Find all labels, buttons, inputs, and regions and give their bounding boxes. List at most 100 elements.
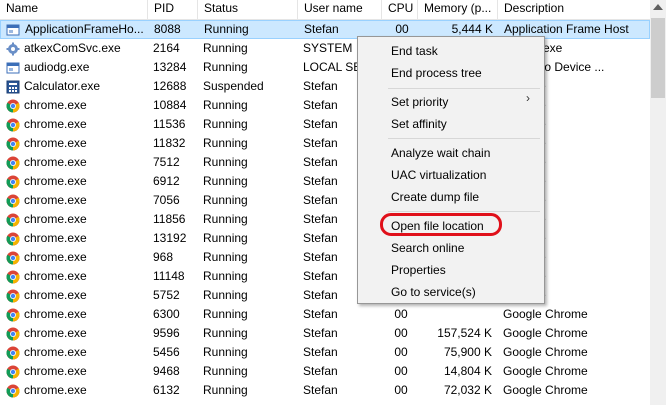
cell-user: Stefan <box>303 345 338 359</box>
table-row[interactable]: chrome.exe7056RunningStefanChrome <box>0 191 650 210</box>
cell-pid: 5752 <box>153 288 180 302</box>
cell-pid: 11148 <box>153 269 185 283</box>
column-header-user[interactable]: User name <box>298 0 382 19</box>
cell-user: Stefan <box>303 383 338 397</box>
cell-pid: 11856 <box>153 212 186 226</box>
cell-cpu: 00 <box>394 307 408 321</box>
table-row[interactable]: audiodg.exe 13284 Running LOCAL SE ws Audio … <box>0 58 650 77</box>
cell-pid: 9468 <box>153 364 180 378</box>
chrome-icon <box>6 384 20 398</box>
menu-item-properties[interactable]: Properties <box>391 260 446 280</box>
chrome-icon <box>6 327 20 341</box>
table-row[interactable]: chrome.exe 5456 Running Stefan 00 75,900 K Goo… <box>0 343 650 362</box>
menu-separator <box>388 88 540 89</box>
menu-separator <box>388 211 540 212</box>
menu-item-uac-virtualization[interactable]: UAC virtualization <box>391 165 486 185</box>
cell-user: Stefan <box>303 326 338 340</box>
cell-pid: 13192 <box>153 231 187 245</box>
chrome-icon <box>6 137 20 151</box>
column-header-status[interactable]: Status <box>198 0 298 19</box>
table-row[interactable]: chrome.exe13192RunningStefanChrome <box>0 229 650 248</box>
chrome-icon <box>6 194 20 208</box>
column-header-description[interactable]: Description <box>498 0 650 19</box>
scroll-up-arrow-icon[interactable] <box>653 4 663 10</box>
menu-item-go-to-services[interactable]: Go to service(s) <box>391 282 476 302</box>
table-row[interactable]: chrome.exe 6132 Running Stefan 00 72,032 K Goo… <box>0 381 650 400</box>
cell-status: Running <box>203 155 248 169</box>
menu-item-open-file-location[interactable]: Open file location <box>391 216 484 236</box>
cell-status: Running <box>203 326 248 340</box>
menu-item-end-task[interactable]: End task <box>391 41 438 61</box>
cell-cpu: 00 <box>394 364 408 378</box>
chrome-icon <box>6 99 20 113</box>
cell-memory: 14,804 K <box>443 364 492 378</box>
scrollbar-thumb[interactable] <box>651 18 665 98</box>
cell-status: Running <box>203 307 248 321</box>
cell-name: chrome.exe <box>24 174 87 188</box>
cell-pid: 968 <box>153 250 174 264</box>
cell-name: Calculator.exe <box>24 79 101 93</box>
table-row[interactable]: ApplicationFrameHo... 8088 Running Stefan 00… <box>0 20 650 39</box>
cell-pid: 2164 <box>153 41 180 55</box>
process-rows: ApplicationFrameHo... 8088 Running Stefan 00… <box>0 20 650 400</box>
cell-pid: 13284 <box>153 60 187 74</box>
cell-status: Running <box>203 231 248 245</box>
column-header-name[interactable]: Name <box>0 0 148 19</box>
cell-pid: 6300 <box>153 307 180 321</box>
cell-name: chrome.exe <box>24 155 87 169</box>
cell-name: chrome.exe <box>24 98 87 112</box>
table-row[interactable]: chrome.exe 6300 Running Stefan 00 Google Chro… <box>0 305 650 324</box>
table-row[interactable]: chrome.exe11856RunningStefanChrome <box>0 210 650 229</box>
table-row[interactable]: chrome.exe11148RunningStefanChrome <box>0 267 650 286</box>
cell-status: Running <box>203 98 248 112</box>
table-row[interactable]: Calculator.exe12688SuspendedStefanator.e… <box>0 77 650 96</box>
cell-description: Google Chrome <box>503 345 588 359</box>
cell-status: Running <box>204 22 249 36</box>
menu-item-analyze-wait-chain[interactable]: Analyze wait chain <box>391 143 490 163</box>
menu-item-set-priority[interactable]: Set priority <box>391 92 448 112</box>
table-row[interactable]: chrome.exe 9596 Running Stefan 00 157,524 K Go… <box>0 324 650 343</box>
table-row[interactable]: chrome.exe10884RunningStefanChrome <box>0 96 650 115</box>
menu-item-set-affinity[interactable]: Set affinity <box>391 114 447 134</box>
cell-status: Running <box>203 345 248 359</box>
cell-cpu: 00 <box>394 345 408 359</box>
cell-status: Suspended <box>203 79 264 93</box>
table-row[interactable]: chrome.exe11832RunningStefanChrome <box>0 134 650 153</box>
cell-name: chrome.exe <box>24 193 87 207</box>
cell-pid: 8088 <box>154 22 181 36</box>
cell-description: Google Chrome <box>503 364 588 378</box>
table-row[interactable]: chrome.exe 9468 Running Stefan 00 14,804 K Goo… <box>0 362 650 381</box>
menu-item-create-dump-file[interactable]: Create dump file <box>391 187 479 207</box>
column-header-memory[interactable]: Memory (p... <box>418 0 498 19</box>
table-row[interactable]: chrome.exe7512RunningStefanChrome <box>0 153 650 172</box>
process-table: Name PID Status User name CPU Memory (p.… <box>0 0 666 405</box>
context-menu: End task End process tree Set priority ›… <box>357 36 545 304</box>
column-header-pid[interactable]: PID <box>148 0 198 19</box>
window-app-icon <box>6 61 20 75</box>
table-row[interactable]: chrome.exe6912RunningStefanChrome <box>0 172 650 191</box>
menu-item-search-online[interactable]: Search online <box>391 238 464 258</box>
cell-pid: 6912 <box>153 174 180 188</box>
cell-status: Running <box>203 174 248 188</box>
table-row[interactable]: chrome.exe11536RunningStefanChrome <box>0 115 650 134</box>
column-header-cpu[interactable]: CPU <box>382 0 418 19</box>
chrome-icon <box>6 270 20 284</box>
cell-status: Running <box>203 117 248 131</box>
cell-pid: 11832 <box>153 136 186 150</box>
chrome-icon <box>6 251 20 265</box>
table-row[interactable]: chrome.exe5752RunningStefanChrome <box>0 286 650 305</box>
calculator-icon <box>6 80 20 94</box>
cell-status: Running <box>203 41 248 55</box>
cell-user: Stefan <box>303 364 338 378</box>
menu-item-end-process-tree[interactable]: End process tree <box>391 63 482 83</box>
table-row[interactable]: atkexComSvc.exe2164RunningSYSTEMomSvc.ex… <box>0 39 650 58</box>
chrome-icon <box>6 175 20 189</box>
cell-status: Running <box>203 193 248 207</box>
menu-separator <box>388 138 540 139</box>
cell-memory <box>420 305 492 324</box>
cell-name: chrome.exe <box>24 117 87 131</box>
table-row[interactable]: chrome.exe968RunningStefanChrome <box>0 248 650 267</box>
cell-name: chrome.exe <box>24 383 87 397</box>
cell-pid: 5456 <box>153 345 180 359</box>
cell-memory: 72,032 K <box>443 383 492 397</box>
